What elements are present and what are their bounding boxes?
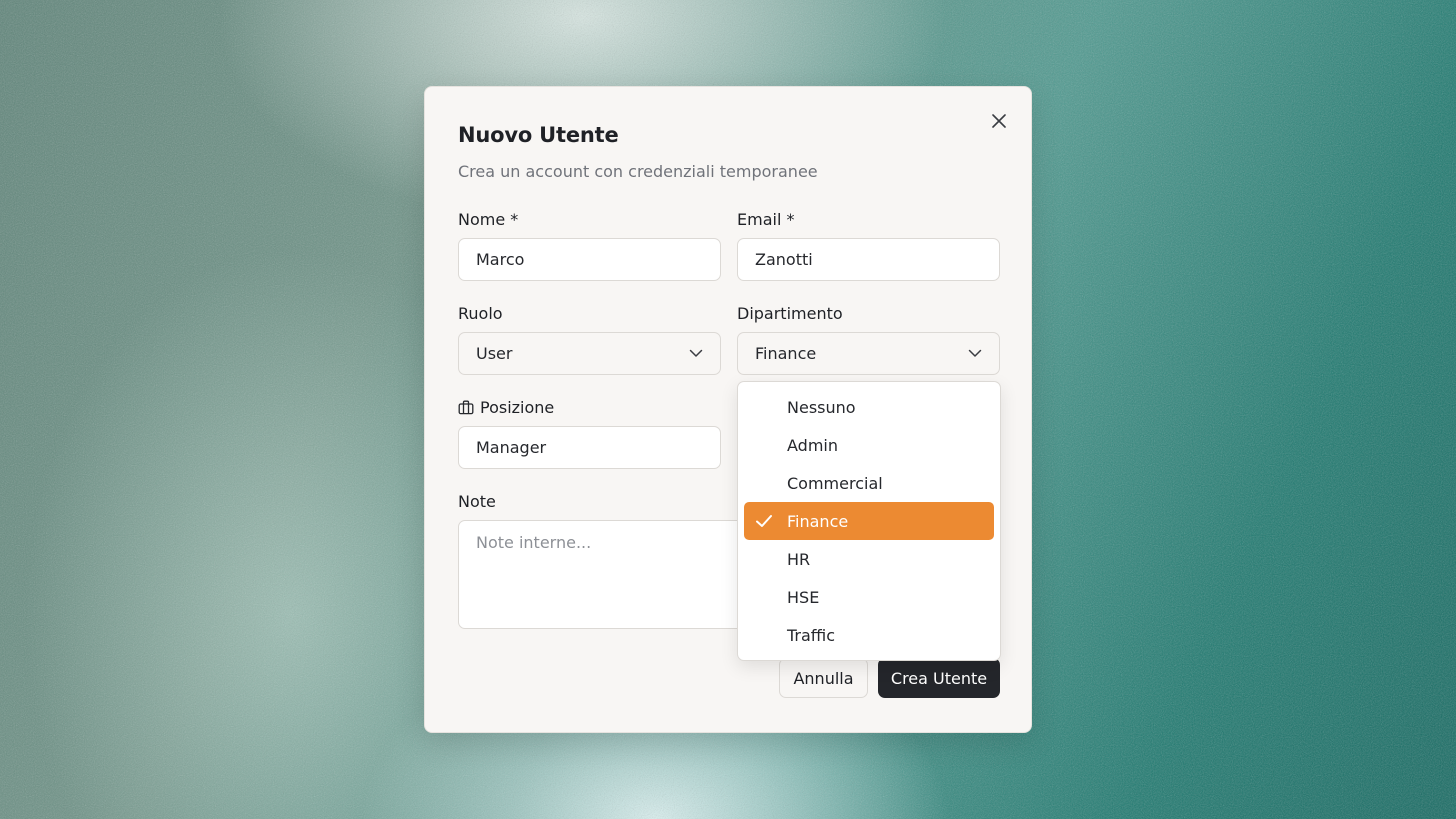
email-field[interactable]: Zanotti (737, 238, 1000, 281)
posizione-value: Manager (476, 438, 547, 457)
nome-field[interactable]: Marco (458, 238, 721, 281)
dipartimento-dropdown-list: Nessuno Admin Commercial Finance HR HSE … (737, 381, 1001, 661)
note-label: Note (458, 492, 496, 511)
email-label: Email * (737, 210, 795, 229)
posizione-label: Posizione (480, 398, 555, 417)
create-user-button[interactable]: Crea Utente (878, 658, 1000, 698)
option-label: Admin (787, 435, 838, 455)
dropdown-option-commercial[interactable]: Commercial (744, 464, 994, 502)
option-label: Commercial (787, 473, 883, 493)
dropdown-option-hr[interactable]: HR (744, 540, 994, 578)
dialog-title: Nuovo Utente (458, 123, 619, 147)
ruolo-label: Ruolo (458, 304, 503, 323)
email-value: Zanotti (755, 250, 813, 269)
dialog-subtitle: Crea un account con credenziali temporan… (458, 162, 818, 181)
option-label: Finance (787, 511, 849, 531)
option-label: Traffic (787, 625, 836, 645)
option-label: HR (787, 549, 811, 569)
chevron-down-icon (968, 349, 982, 357)
dipartimento-label: Dipartimento (737, 304, 843, 323)
nome-value: Marco (476, 250, 525, 269)
note-placeholder: Note interne... (476, 533, 592, 552)
dropdown-option-finance[interactable]: Finance (744, 502, 994, 540)
dropdown-option-hse[interactable]: HSE (744, 578, 994, 616)
dropdown-option-nessuno[interactable]: Nessuno (744, 388, 994, 426)
check-icon (756, 515, 772, 527)
close-button[interactable] (987, 109, 1011, 133)
dipartimento-select[interactable]: Finance (737, 332, 1000, 375)
option-label: HSE (787, 587, 820, 607)
ruolo-select[interactable]: User (458, 332, 721, 375)
option-label: Nessuno (787, 397, 856, 417)
posizione-label-row: Posizione (458, 398, 554, 417)
ruolo-value: User (476, 344, 513, 363)
nome-label: Nome * (458, 210, 519, 229)
cancel-button[interactable]: Annulla (779, 658, 868, 698)
dropdown-option-admin[interactable]: Admin (744, 426, 994, 464)
dipartimento-value: Finance (755, 344, 817, 363)
dropdown-option-traffic[interactable]: Traffic (744, 616, 994, 654)
briefcase-icon (458, 400, 474, 415)
close-icon (992, 114, 1006, 128)
chevron-down-icon (689, 349, 703, 357)
posizione-field[interactable]: Manager (458, 426, 721, 469)
